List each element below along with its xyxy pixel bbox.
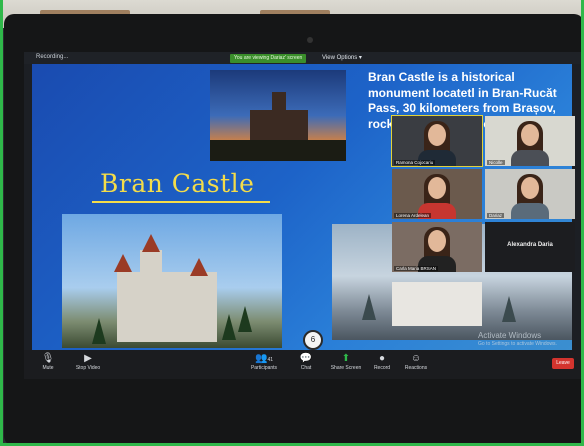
participant-name: Lorena Ardelean [394, 213, 432, 218]
leave-button[interactable]: Leave [552, 358, 574, 369]
tree [362, 294, 376, 320]
mute-button[interactable]: 🎙 Mute [28, 353, 68, 371]
castle-roof [142, 234, 160, 252]
watermark-title: Activate Windows [478, 331, 542, 340]
participant-face [521, 124, 539, 146]
webcam [307, 37, 313, 43]
castle-silhouette [250, 110, 308, 144]
tree [502, 296, 516, 322]
participant-face [428, 177, 446, 199]
participant-tile[interactable]: Alexandra Daria [485, 222, 575, 272]
share-screen-label: Share Screen [330, 365, 362, 371]
share-screen-button[interactable]: ⬆ Share Screen [326, 353, 366, 371]
participant-gallery: Ramona Cojocariu Nicolle Lorena Ardelean… [391, 115, 577, 274]
participants-button[interactable]: 👥41 Participants [244, 353, 284, 371]
zoom-window: Recording... You are viewing Dariaz' scr… [24, 52, 581, 379]
participants-icon: 👥41 [254, 353, 273, 364]
participant-torso [511, 203, 549, 219]
forest-dark [210, 140, 346, 161]
chat-notification-badge: 6 [303, 330, 323, 350]
participant-tile[interactable]: Ramona Cojocariu [391, 115, 483, 167]
participant-face [428, 124, 446, 146]
castle-roof [190, 258, 208, 276]
share-screen-icon: ⬆ [341, 353, 351, 364]
castle-tower [272, 92, 286, 112]
title-underline [92, 201, 270, 203]
participants-count: 41 [267, 357, 273, 363]
window-title: Recording... [36, 54, 69, 60]
castle-wall [117, 272, 217, 342]
stop-video-button[interactable]: ▶ Stop Video [68, 353, 108, 371]
castle-roof [114, 254, 132, 272]
reactions-icon: ☺ [410, 353, 422, 364]
castle-wall [392, 282, 482, 326]
participant-face [521, 177, 539, 199]
activate-windows-watermark: Activate Windows Go to Settings to activ… [478, 331, 557, 347]
participant-name: Nicolle [487, 160, 505, 165]
zoom-toolbar: 🎙 Mute ▶ Stop Video 👥41 Participants 💬 C… [24, 350, 581, 379]
viewing-screen-badge: You are viewing Dariaz' screen [230, 54, 307, 63]
chat-label: Chat [300, 365, 312, 371]
castle-tower [140, 250, 162, 290]
video-camera-icon: ▶ [84, 353, 92, 364]
zoom-top-bar: Recording... You are viewing Dariaz' scr… [24, 52, 581, 64]
stop-video-label: Stop Video [75, 365, 101, 371]
reactions-button[interactable]: ☺ Reactions [396, 353, 436, 371]
tree [238, 306, 252, 332]
view-options-button[interactable]: View Options ▾ [322, 54, 362, 61]
participant-tile[interactable]: Dariaz [485, 169, 575, 219]
frame-border [0, 0, 3, 446]
tree [92, 318, 106, 344]
tree [222, 314, 236, 340]
slide-title: Bran Castle [100, 169, 255, 198]
chat-button[interactable]: 💬 Chat [286, 353, 326, 371]
participant-torso [511, 150, 549, 166]
participant-tile[interactable]: Lorena Ardelean [392, 169, 482, 219]
chat-icon: 💬 [299, 353, 313, 364]
participant-tile[interactable]: Nicolle [485, 116, 575, 166]
participant-name: Dariaz [487, 213, 505, 218]
participant-name: Alexandra Daria [507, 242, 553, 248]
mute-label: Mute [42, 365, 54, 371]
watermark-subtitle: Go to Settings to activate Windows. [478, 341, 557, 347]
castle-night-photo [210, 70, 346, 161]
participant-face [428, 230, 446, 252]
participants-label: Participants [250, 365, 278, 371]
participant-tile[interactable]: Carla Maria BRSAN [392, 222, 482, 272]
castle-day-photo [62, 214, 282, 348]
participant-name: Carla Maria BRSAN [394, 266, 439, 271]
reactions-label: Reactions [404, 365, 428, 371]
participant-name: Ramona Cojocariu [394, 160, 436, 165]
microphone-icon: 🎙 [41, 353, 55, 364]
